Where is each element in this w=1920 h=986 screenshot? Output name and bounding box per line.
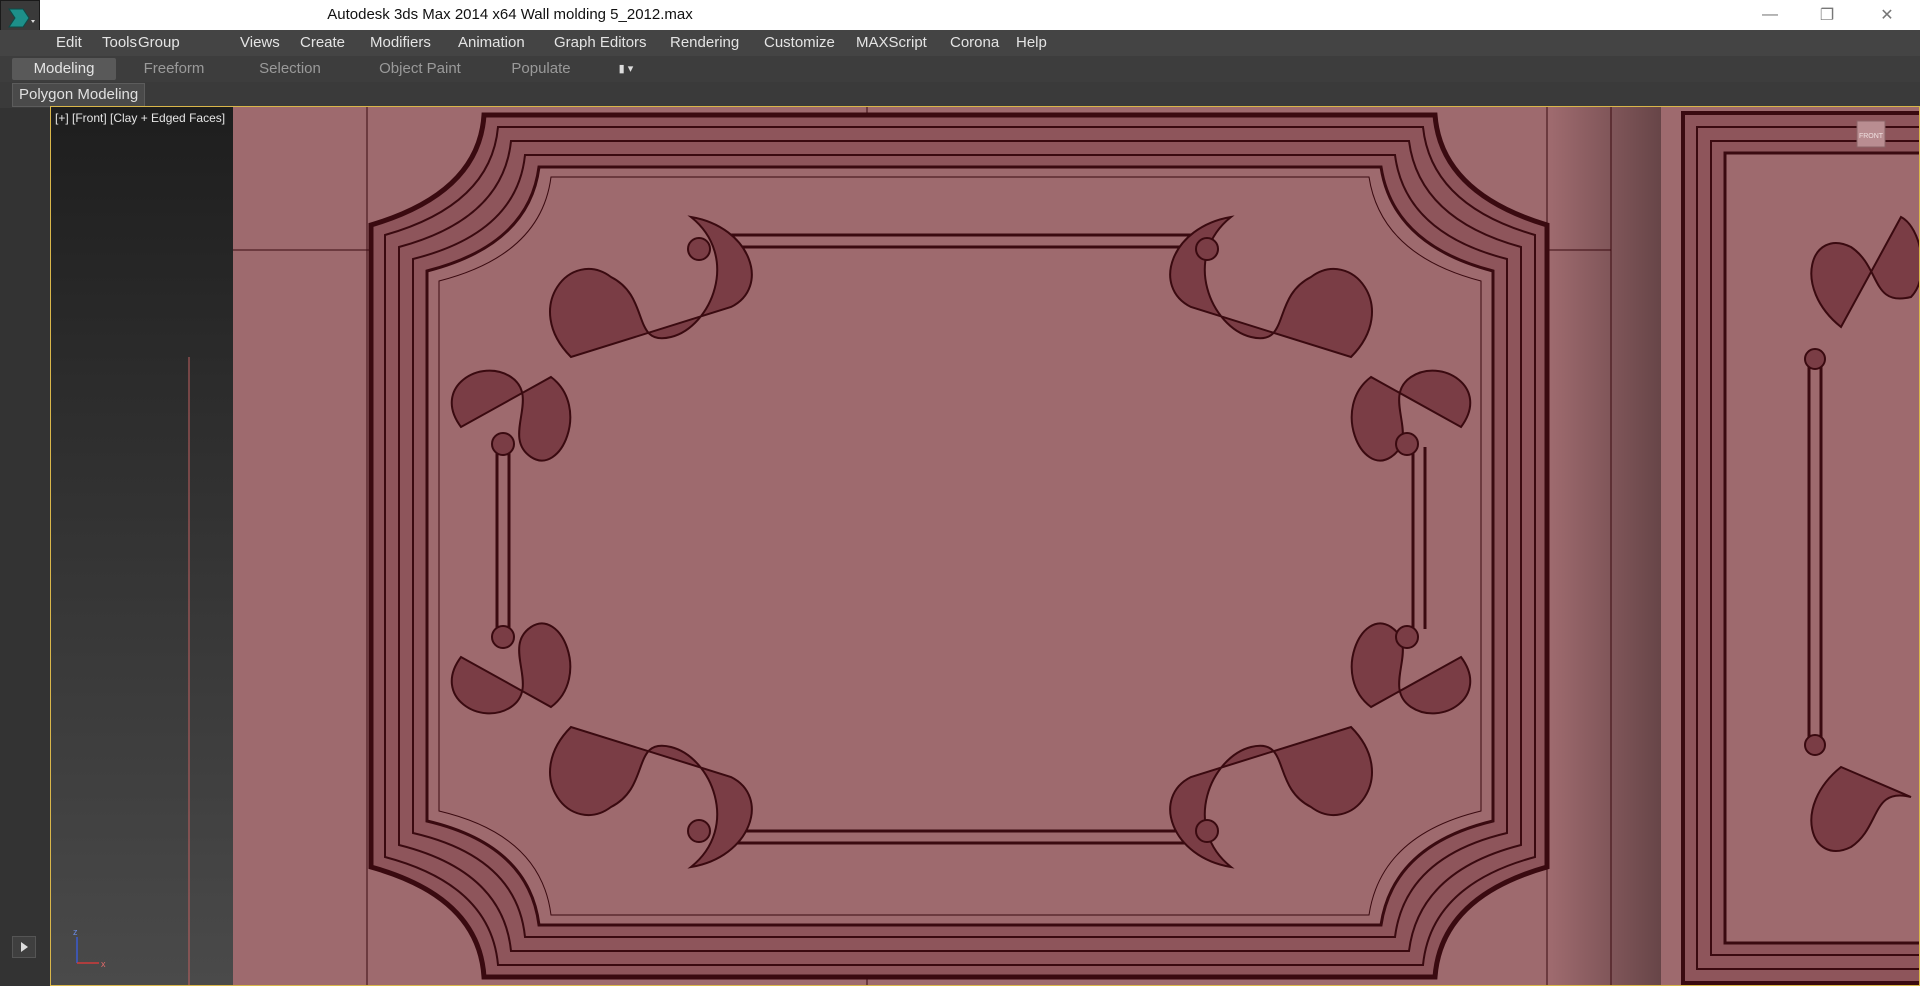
scene-wireframe: FRONT z x <box>51 107 1919 985</box>
menu-edit[interactable]: Edit <box>56 30 82 56</box>
menu-customize[interactable]: Customize <box>764 30 835 56</box>
3dsmax-logo-icon <box>8 8 35 28</box>
menu-create[interactable]: Create <box>300 30 345 56</box>
tab-object-paint[interactable]: Object Paint <box>360 58 480 80</box>
minimize-icon: — <box>1762 6 1778 23</box>
tab-modeling[interactable]: Modeling <box>12 58 116 80</box>
ribbon-toggle-icon: ▮ <box>618 63 625 75</box>
title-bar: Autodesk 3ds Max 2014 x64 Wall molding 5… <box>0 0 1920 30</box>
play-button[interactable] <box>12 936 36 958</box>
menu-animation[interactable]: Animation <box>458 30 525 56</box>
viewport-label[interactable]: [+] [Front] [Clay + Edged Faces] <box>55 111 225 125</box>
tab-selection[interactable]: Selection <box>240 58 340 80</box>
minimize-button[interactable]: — <box>1747 0 1793 30</box>
chevron-down-icon: ▾ <box>627 63 634 75</box>
ribbon-panel: Polygon Modeling <box>0 82 1920 108</box>
viewcube-label: FRONT <box>1859 133 1884 140</box>
menu-modifiers[interactable]: Modifiers <box>370 30 431 56</box>
menu-maxscript[interactable]: MAXScript <box>856 30 927 56</box>
restore-button[interactable]: ❐ <box>1804 0 1850 30</box>
menu-group[interactable]: Group <box>138 30 180 56</box>
menu-tools[interactable]: Tools <box>102 30 137 56</box>
menu-bar: Edit Tools Group Views Create Modifiers Animat… <box>0 30 1920 56</box>
tab-populate[interactable]: Populate <box>486 58 596 80</box>
tab-freeform[interactable]: Freeform <box>122 58 226 80</box>
menu-views[interactable]: Views <box>240 30 280 56</box>
close-button[interactable]: ✕ <box>1864 0 1910 30</box>
polygon-modeling-panel[interactable]: Polygon Modeling <box>12 83 146 107</box>
svg-text:x: x <box>101 959 106 969</box>
menu-rendering[interactable]: Rendering <box>670 30 739 56</box>
menu-corona[interactable]: Corona <box>950 30 999 56</box>
menu-graph-editors[interactable]: Graph Editors <box>554 30 647 56</box>
ribbon-options-dropdown[interactable]: ▮ ▾ <box>608 58 644 80</box>
menu-help[interactable]: Help <box>1016 30 1047 56</box>
application-button[interactable] <box>0 0 40 34</box>
left-side-strip <box>0 108 50 986</box>
svg-text:z: z <box>73 927 78 937</box>
front-viewport[interactable]: FRONT z x [+] [Front] [Clay + Edged Face… <box>50 106 1920 986</box>
window-title: Autodesk 3ds Max 2014 x64 Wall molding 5… <box>327 6 693 23</box>
close-icon: ✕ <box>1880 7 1894 24</box>
restore-icon: ❐ <box>1819 7 1835 24</box>
play-icon <box>21 942 28 952</box>
ribbon-tabs: Modeling Freeform Selection Object Paint Pop… <box>0 56 1920 82</box>
